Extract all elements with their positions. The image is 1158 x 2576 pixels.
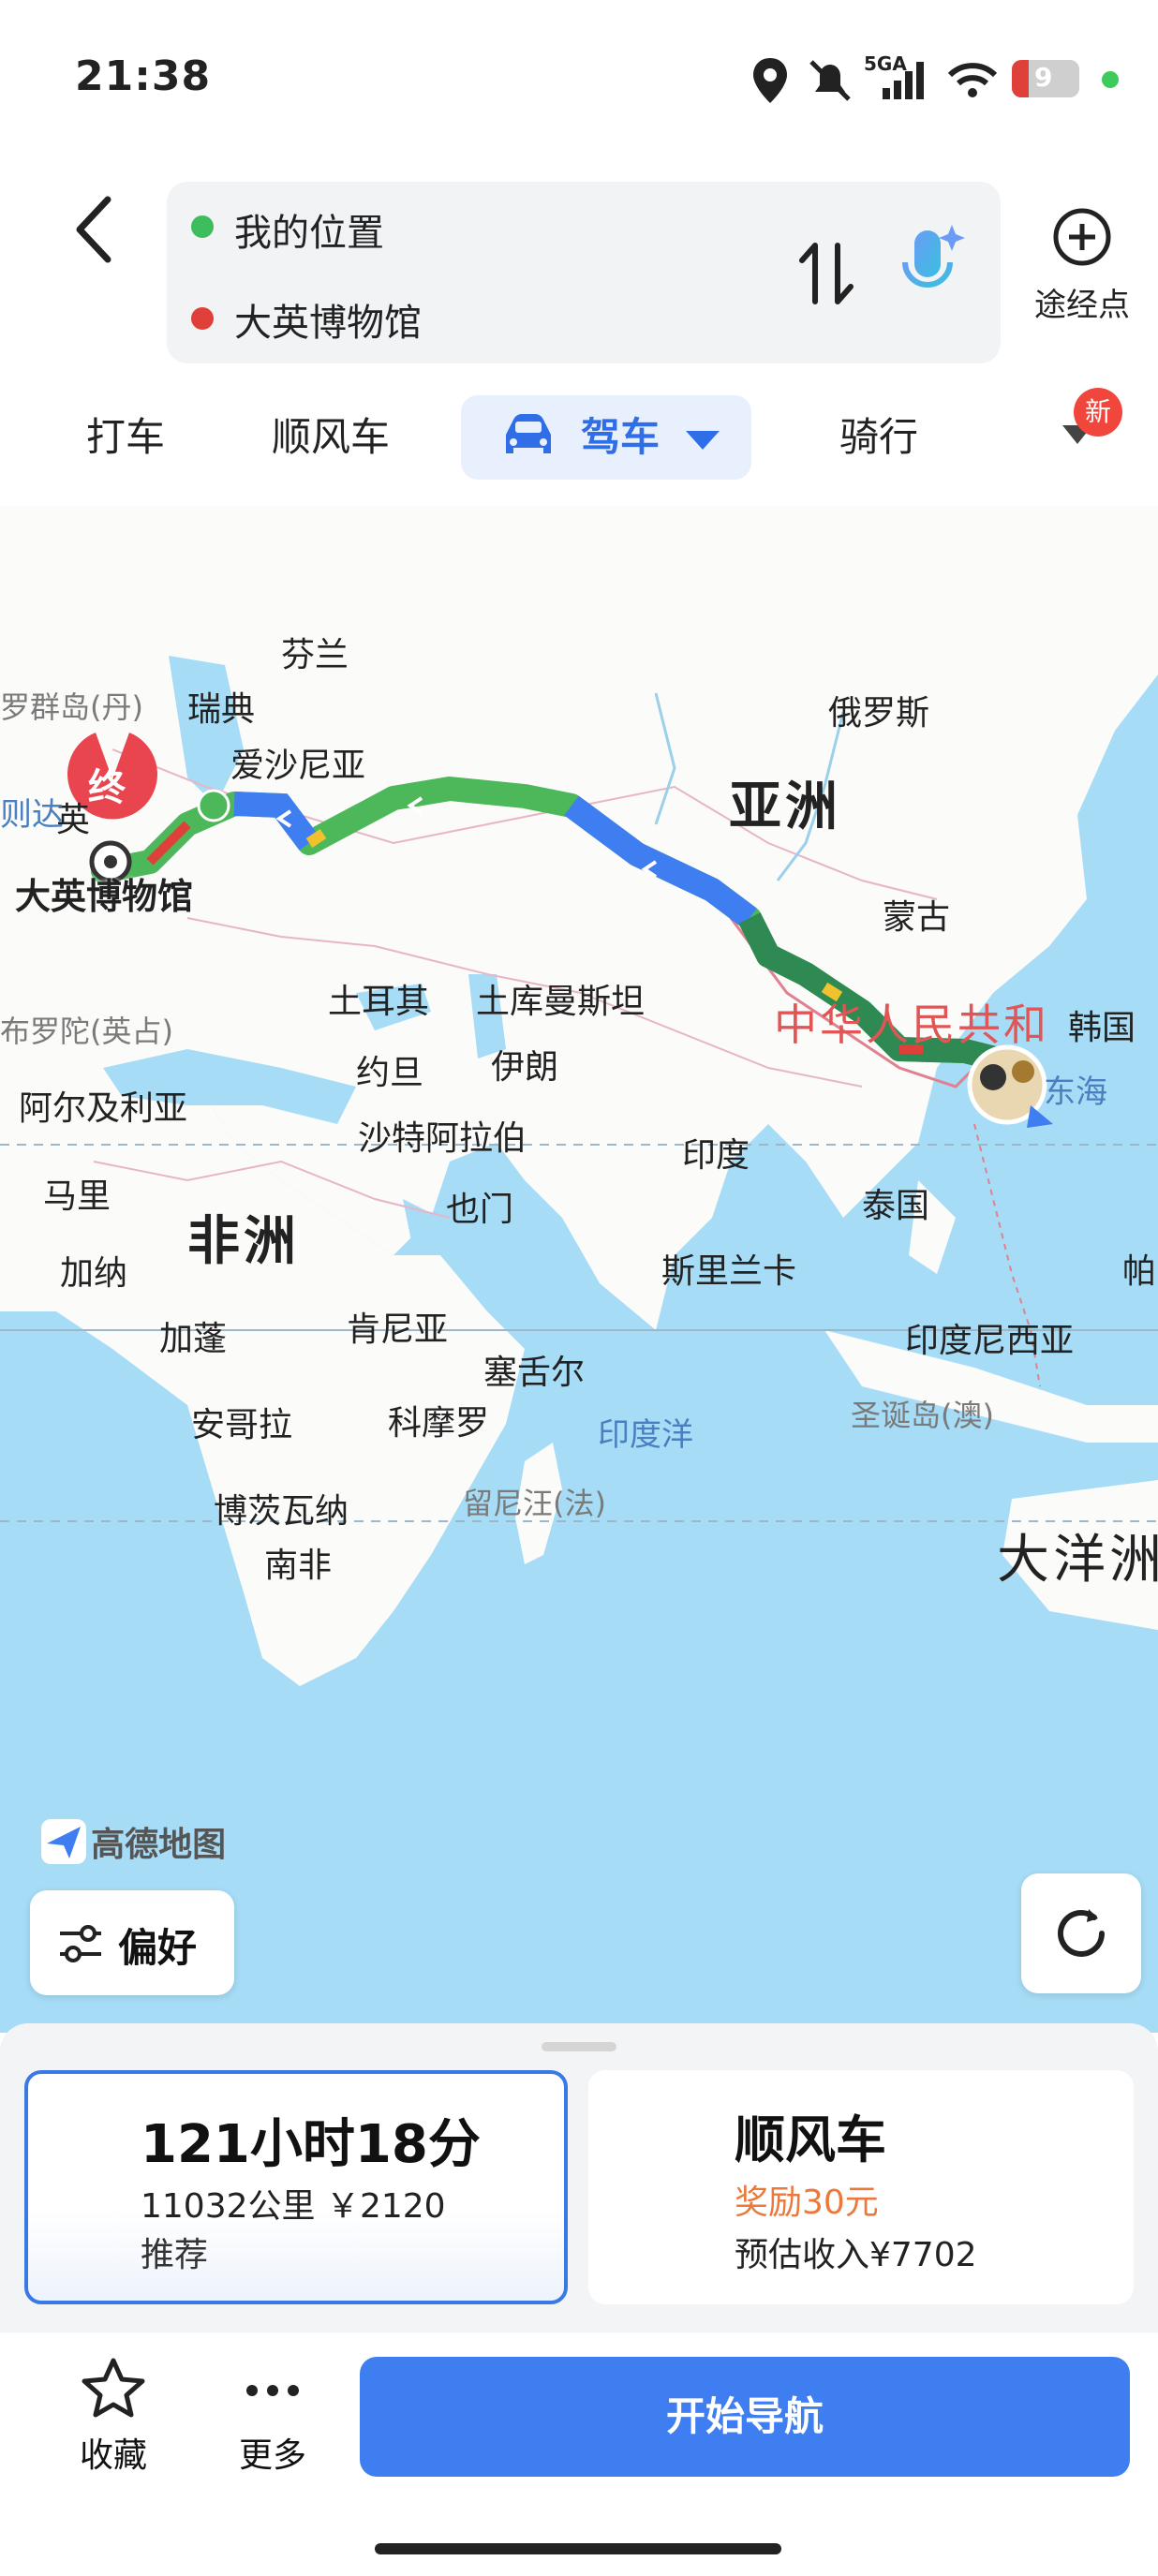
amap-logo-icon bbox=[41, 1819, 86, 1864]
carpool-card[interactable]: 顺风车 奖励30元 预估收入¥7702 bbox=[588, 2070, 1134, 2304]
more-button[interactable]: 更多 bbox=[230, 2357, 315, 2477]
wifi-icon bbox=[947, 63, 998, 97]
route-tag: 推荐 bbox=[141, 2236, 209, 2274]
map-label: 大洋洲 bbox=[997, 1530, 1158, 1591]
map-label: 伊朗 bbox=[491, 1048, 559, 1087]
map-label: 泰国 bbox=[862, 1187, 930, 1225]
map-label: 则达 bbox=[0, 796, 64, 834]
map-label: 罗群岛(丹) bbox=[0, 689, 143, 725]
car-icon bbox=[506, 414, 551, 453]
map-label: 留尼汪(法) bbox=[463, 1486, 606, 1521]
map-label: 亚洲 bbox=[729, 777, 841, 837]
map-label: 加纳 bbox=[60, 1254, 128, 1293]
tab-taxi[interactable]: 打车 bbox=[86, 405, 165, 470]
refresh-button[interactable] bbox=[1021, 1873, 1141, 1993]
route-input-box: 我的位置 大英博物馆 bbox=[167, 182, 1001, 363]
map-label: 斯里兰卡 bbox=[661, 1252, 797, 1291]
map-label: 印度 bbox=[682, 1136, 750, 1175]
map-label: 布罗陀(英占) bbox=[0, 1014, 173, 1049]
map-label: 加蓬 bbox=[159, 1320, 228, 1358]
tab-drive-label: 驾车 bbox=[581, 414, 661, 460]
add-circle-icon bbox=[1053, 208, 1111, 266]
map-label: 约旦 bbox=[356, 1054, 424, 1092]
map-label: 安哥拉 bbox=[191, 1406, 293, 1444]
carpool-income: 预估收入¥7702 bbox=[735, 2236, 977, 2274]
back-icon[interactable] bbox=[66, 192, 122, 267]
map-canvas bbox=[0, 506, 1158, 1686]
status-time: 21:38 bbox=[75, 52, 212, 100]
map-label: 博茨瓦纳 bbox=[214, 1492, 349, 1531]
voice-icon[interactable] bbox=[890, 221, 969, 315]
star-icon bbox=[82, 2358, 145, 2418]
map-label: 瑞典 bbox=[187, 690, 256, 729]
origin-field[interactable]: 我的位置 bbox=[234, 202, 384, 257]
map-label: 爱沙尼亚 bbox=[230, 747, 366, 785]
map-label: 俄罗斯 bbox=[828, 694, 930, 733]
favorite-button[interactable]: 收藏 bbox=[71, 2357, 156, 2477]
map-label: 马里 bbox=[43, 1177, 111, 1216]
more-icon bbox=[246, 2385, 299, 2396]
carpool-title: 顺风车 bbox=[735, 2110, 886, 2169]
route-distance-cost: 11032公里 ￥2120 bbox=[141, 2187, 446, 2226]
active-dot bbox=[1102, 71, 1119, 88]
end-pin-label: 终 bbox=[88, 766, 126, 809]
waypoint-button[interactable]: 途经点 bbox=[1021, 206, 1143, 337]
new-badge: 新 bbox=[1074, 388, 1122, 437]
preference-label: 偏好 bbox=[118, 1925, 198, 1971]
battery-icon: 9 bbox=[1012, 60, 1079, 97]
map-label: 东海 bbox=[1044, 1073, 1107, 1111]
map-label: 韩国 bbox=[1068, 1009, 1136, 1047]
sheet-handle[interactable] bbox=[542, 2042, 616, 2051]
destination-field[interactable]: 大英博物馆 bbox=[234, 292, 422, 347]
map-label: 帕 bbox=[1122, 1252, 1157, 1291]
swap-icon[interactable] bbox=[796, 240, 856, 307]
map-label: 印度尼西亚 bbox=[905, 1322, 1075, 1360]
map-label: 蒙古 bbox=[883, 898, 951, 937]
mute-icon bbox=[809, 60, 851, 101]
origin-dot bbox=[191, 215, 214, 238]
favorite-label: 收藏 bbox=[79, 2436, 147, 2475]
map-label: 肯尼亚 bbox=[347, 1310, 449, 1349]
map-label: 芬兰 bbox=[281, 636, 349, 674]
map-label: 阿尔及利亚 bbox=[19, 1089, 188, 1128]
map-label: 塞舌尔 bbox=[483, 1354, 586, 1392]
route-option-card[interactable]: 121小时18分 11032公里 ￥2120 推荐 bbox=[24, 2070, 568, 2304]
map-label: 圣诞岛(澳) bbox=[851, 1398, 994, 1433]
status-bar: 21:38 5GA 9 bbox=[0, 0, 1158, 159]
map-view[interactable]: 终 芬兰 瑞典 罗群岛(丹) 爱沙尼亚 俄罗斯 亚洲 蒙古 英 则达 大英博物馆… bbox=[0, 506, 1158, 2033]
filter-icon bbox=[60, 1925, 101, 1962]
map-label: 科摩罗 bbox=[388, 1404, 490, 1443]
map-label: 也门 bbox=[446, 1191, 514, 1229]
map-label: 沙特阿拉伯 bbox=[358, 1119, 527, 1158]
preference-button[interactable]: 偏好 bbox=[30, 1890, 234, 1995]
home-indicator[interactable] bbox=[375, 2543, 781, 2554]
map-label: 中华人民共和 bbox=[774, 999, 1049, 1050]
tab-carpool[interactable]: 顺风车 bbox=[272, 405, 390, 470]
battery-level: 9 bbox=[1034, 62, 1053, 93]
amap-logo: 高德地图 bbox=[41, 1817, 226, 1870]
map-label: 土耳其 bbox=[328, 983, 430, 1021]
start-navigation-button[interactable]: 开始导航 bbox=[360, 2357, 1130, 2477]
route-duration: 121小时18分 bbox=[141, 2114, 481, 2175]
carpool-reward: 奖励30元 bbox=[735, 2184, 879, 2222]
destination-map-label: 大英博物馆 bbox=[15, 876, 194, 917]
more-label: 更多 bbox=[238, 2436, 306, 2475]
chevron-down-icon[interactable] bbox=[684, 429, 721, 452]
map-label: 土库曼斯坦 bbox=[476, 983, 646, 1021]
destination-dot bbox=[191, 307, 214, 330]
refresh-icon bbox=[1058, 1909, 1105, 1957]
map-label: 非洲 bbox=[187, 1211, 300, 1272]
signal-icon bbox=[883, 62, 924, 99]
amap-logo-text: 高德地图 bbox=[91, 1826, 227, 1864]
tab-ride[interactable]: 骑行 bbox=[839, 405, 918, 470]
map-label: 印度洋 bbox=[598, 1416, 693, 1454]
map-label: 南非 bbox=[264, 1547, 333, 1585]
location-icon bbox=[753, 58, 787, 103]
waypoint-label: 途经点 bbox=[1034, 287, 1130, 324]
